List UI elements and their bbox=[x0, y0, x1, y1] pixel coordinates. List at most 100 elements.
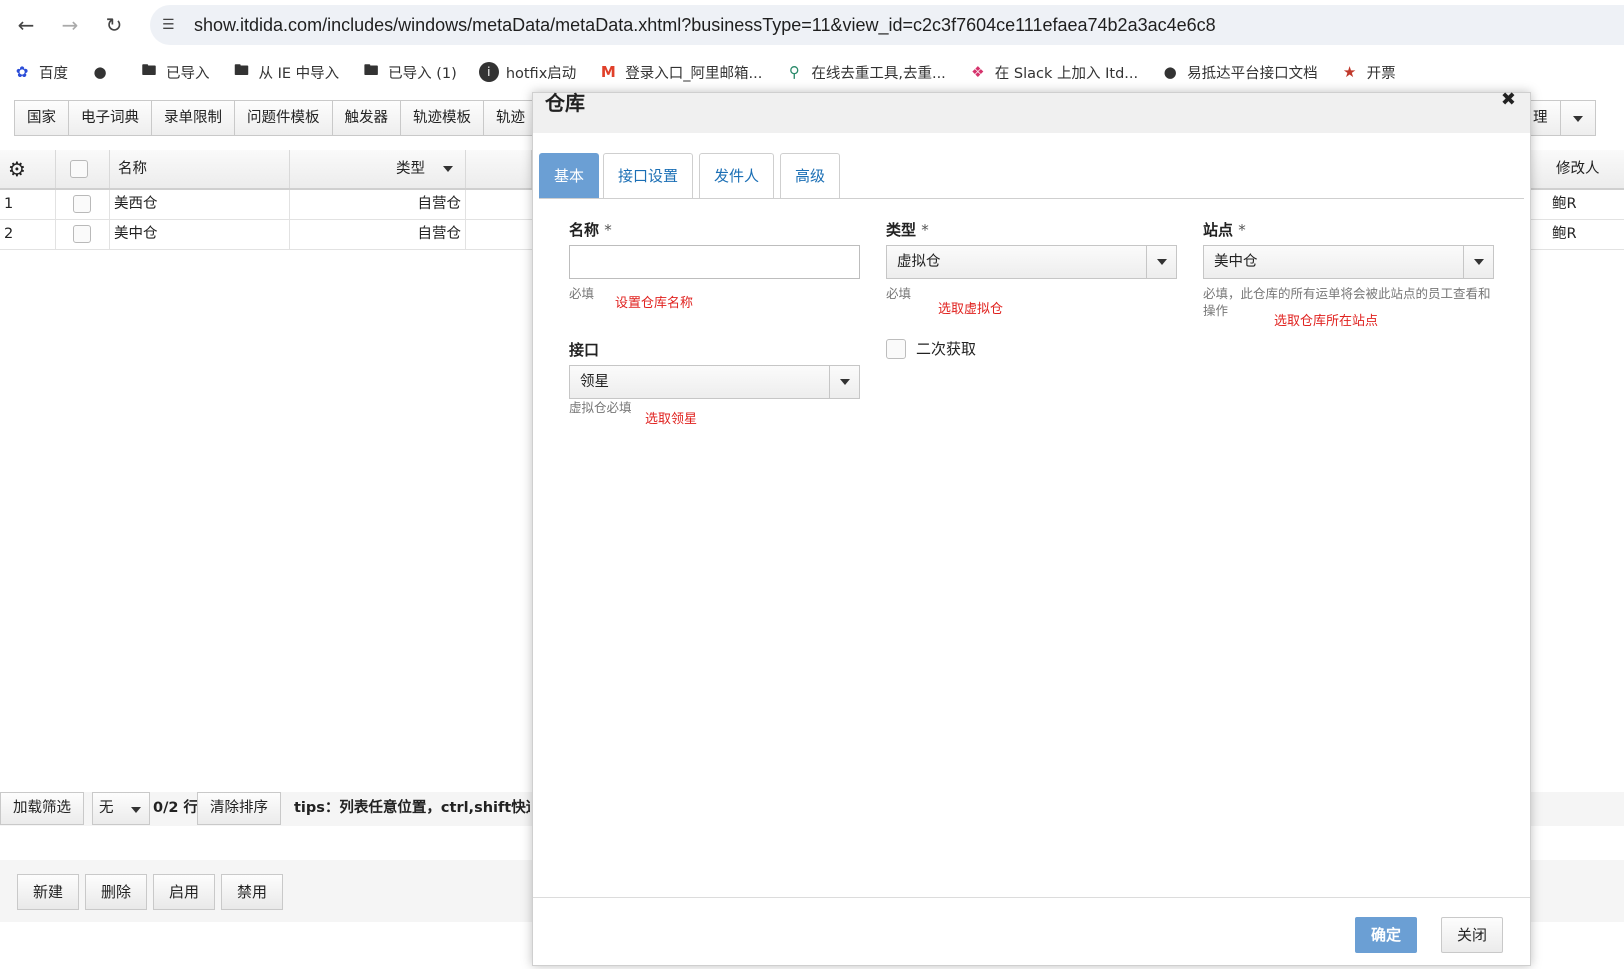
close-button[interactable]: 关闭 bbox=[1441, 917, 1503, 953]
row-type: 自营仓 bbox=[290, 220, 466, 249]
tab-basic[interactable]: 基本 bbox=[539, 153, 600, 198]
dialog-tabs: 基本 接口设置 发件人 高级 bbox=[539, 153, 1524, 199]
search-icon: ⚲ bbox=[788, 63, 800, 81]
delete-button[interactable]: 删除 bbox=[85, 874, 147, 910]
interface-label: 接口 bbox=[569, 341, 600, 359]
type-label: 类型 * bbox=[886, 221, 929, 239]
site-select[interactable]: 美中仓 bbox=[1203, 245, 1494, 279]
bookmark-dedupe[interactable]: ⚲ 在线去重工具,去重... bbox=[784, 62, 946, 83]
row-name: 美中仓 bbox=[110, 220, 290, 249]
bookmark-invoice[interactable]: ★ 开票 bbox=[1340, 62, 1396, 83]
bookmark-ali-mail[interactable]: M 登录入口_阿里邮箱... bbox=[598, 62, 763, 83]
dialog-header: 仓库 ✖ bbox=[533, 89, 1530, 133]
globe-icon: ● bbox=[93, 63, 107, 81]
bookmark-imported[interactable]: 🖿 已导入 bbox=[139, 60, 209, 83]
toolbar-entry-limit[interactable]: 录单限制 bbox=[151, 100, 234, 136]
folder-icon: 🖿 bbox=[363, 60, 379, 79]
interface-annotation: 选取领星 bbox=[645, 412, 698, 427]
folder-icon: 🖿 bbox=[233, 60, 249, 79]
tips-text: tips：列表任意位置，ctrl,shift快速 bbox=[294, 800, 530, 816]
site-settings-icon[interactable]: ☰ bbox=[162, 15, 182, 35]
chevron-down-icon[interactable] bbox=[829, 366, 859, 398]
load-filter-button[interactable]: 加载筛选 bbox=[0, 792, 84, 825]
warehouse-dialog: 仓库 ✖ 基本 接口设置 发件人 高级 名称 * 必填 设置仓库名称 类型 * … bbox=[532, 89, 1531, 966]
name-hint: 必填 bbox=[569, 286, 595, 301]
tax-icon: ★ bbox=[1342, 63, 1357, 81]
ok-button[interactable]: 确定 bbox=[1355, 917, 1417, 953]
chevron-down-icon bbox=[1572, 116, 1583, 122]
row-name: 美西仓 bbox=[110, 190, 290, 219]
globe-icon: ● bbox=[1163, 63, 1177, 81]
select-all-checkbox[interactable] bbox=[56, 150, 110, 188]
filter-select[interactable]: 无 bbox=[92, 792, 150, 825]
bookmark-ie-import[interactable]: 🖿 从 IE 中导入 bbox=[232, 60, 339, 83]
header-column-hidden bbox=[466, 150, 532, 188]
header-name[interactable]: 名称 bbox=[110, 150, 290, 188]
forward-icon[interactable]: → bbox=[56, 11, 84, 39]
chevron-down-icon bbox=[131, 807, 141, 813]
second-fetch-checkbox[interactable] bbox=[886, 339, 906, 359]
reload-icon[interactable]: ↻ bbox=[100, 11, 128, 39]
toolbar-right: 理 bbox=[1520, 100, 1596, 136]
type-annotation: 选取虚拟仓 bbox=[938, 302, 1004, 317]
row-checkbox[interactable] bbox=[56, 220, 110, 249]
new-button[interactable]: 新建 bbox=[17, 874, 79, 910]
row-checkbox[interactable] bbox=[56, 190, 110, 219]
header-modifier[interactable]: 修改人 bbox=[1548, 150, 1624, 188]
header-type[interactable]: 类型 bbox=[290, 150, 466, 188]
tab-advanced[interactable]: 高级 bbox=[780, 153, 841, 198]
bookmark-api-docs[interactable]: ● 易抵达平台接口文档 bbox=[1160, 62, 1318, 83]
mail-icon: M bbox=[600, 63, 616, 81]
toolbar-dictionary[interactable]: 电子词典 bbox=[68, 100, 151, 136]
gear-icon[interactable]: ⚙ bbox=[0, 150, 56, 188]
tab-sender[interactable]: 发件人 bbox=[699, 153, 775, 198]
row-type: 自营仓 bbox=[290, 190, 466, 219]
type-hint: 必填 bbox=[886, 286, 912, 301]
chevron-down-icon[interactable] bbox=[1146, 246, 1176, 278]
interface-select[interactable]: 领星 bbox=[569, 365, 860, 399]
bookmark-imported-1[interactable]: 🖿 已导入 (1) bbox=[361, 60, 457, 83]
row-index: 1 bbox=[0, 190, 56, 219]
row-modifier: 鲍R bbox=[1552, 226, 1577, 242]
bookmarks-bar: ✿ 百度 ● 🖿 已导入 🖿 从 IE 中导入 🖿 已导入 (1) i hotfix启动 … bbox=[0, 52, 1624, 92]
enable-button[interactable]: 启用 bbox=[153, 874, 215, 910]
type-select[interactable]: 虚拟仓 bbox=[886, 245, 1177, 279]
close-icon[interactable]: ✖ bbox=[1501, 89, 1516, 110]
slack-icon: ❖ bbox=[971, 63, 985, 81]
toolbar-trigger[interactable]: 触发器 bbox=[331, 100, 400, 136]
bookmark-hotfix[interactable]: i hotfix启动 bbox=[478, 62, 576, 83]
bookmark-baidu[interactable]: ✿ 百度 bbox=[12, 62, 68, 83]
toolbar-track-template[interactable]: 轨迹模板 bbox=[400, 100, 483, 136]
site-annotation: 选取仓库所在站点 bbox=[1274, 314, 1379, 329]
toolbar-problem-template[interactable]: 问题件模板 bbox=[234, 100, 332, 136]
interface-hint: 虚拟仓必填 bbox=[569, 400, 632, 415]
second-fetch-label: 二次获取 bbox=[916, 340, 977, 358]
row-count: 0/2 行 bbox=[153, 800, 199, 816]
name-input[interactable] bbox=[569, 245, 860, 279]
clear-sort-button[interactable]: 清除排序 bbox=[197, 792, 281, 825]
tab-interface-settings[interactable]: 接口设置 bbox=[603, 153, 694, 198]
toolbar-country[interactable]: 国家 bbox=[14, 100, 68, 136]
url-text[interactable]: show.itdida.com/includes/windows/metaDat… bbox=[194, 15, 1216, 36]
back-icon[interactable]: ← bbox=[12, 11, 40, 39]
site-label: 站点 * bbox=[1203, 221, 1246, 239]
name-label: 名称 * bbox=[569, 221, 612, 239]
dialog-title: 仓库 bbox=[545, 91, 585, 115]
disable-button[interactable]: 禁用 bbox=[221, 874, 283, 910]
filter-dropdown-icon[interactable] bbox=[443, 166, 453, 172]
name-annotation: 设置仓库名称 bbox=[615, 296, 694, 311]
url-bar[interactable]: ☰ show.itdida.com/includes/windows/metaD… bbox=[150, 5, 1624, 45]
row-index: 2 bbox=[0, 220, 56, 249]
toolbar-track[interactable]: 轨迹 bbox=[483, 100, 537, 136]
row-modifier: 鲍R bbox=[1552, 196, 1577, 212]
folder-icon: 🖿 bbox=[141, 60, 157, 79]
browser-address-bar: ← → ↻ ☰ show.itdida.com/includes/windows… bbox=[0, 0, 1624, 50]
toolbar-more-button[interactable] bbox=[1559, 100, 1596, 136]
chevron-down-icon[interactable] bbox=[1463, 246, 1493, 278]
baidu-paw-icon: ✿ bbox=[15, 63, 29, 81]
bookmark-slack[interactable]: ❖ 在 Slack 上加入 Itd... bbox=[968, 62, 1138, 83]
bookmark-globe[interactable]: ● bbox=[90, 62, 117, 82]
dialog-footer-divider bbox=[533, 897, 1530, 898]
info-icon: i bbox=[478, 62, 499, 82]
metadata-toolbar: 国家 电子词典 录单限制 问题件模板 触发器 轨迹模板 轨迹 bbox=[14, 100, 537, 136]
